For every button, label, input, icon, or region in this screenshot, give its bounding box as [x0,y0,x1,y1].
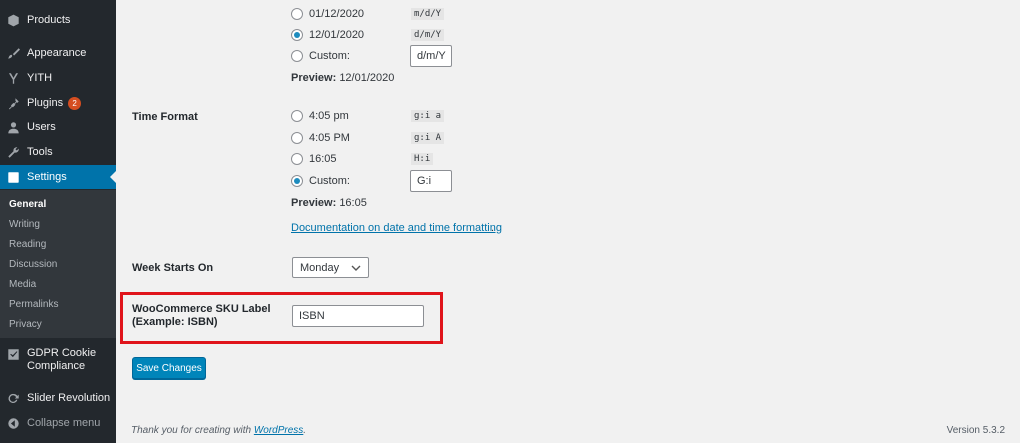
menu-label: YITH [27,72,53,84]
box-icon [7,14,20,27]
preview-value: 16:05 [339,197,367,209]
date-format-custom-label: Custom: [309,50,350,62]
time-format-code: g:i A [411,132,445,144]
menu-item-tools[interactable]: Tools [0,140,116,164]
menu-item-appearance[interactable]: Appearance [0,41,116,65]
footer-version: Version 5.3.2 [946,425,1005,436]
time-format-label: Time Format [132,111,198,123]
date-format-code: d/m/Y [411,29,445,41]
chevron-down-icon [351,265,361,271]
time-format-custom-input[interactable]: G:i [410,170,452,192]
date-format-option-label: 01/12/2020 [309,8,365,20]
preview-value: 12/01/2020 [339,72,395,84]
refresh-icon [7,392,20,405]
date-format-code: m/d/Y [411,8,445,20]
menu-item-slider-revolution[interactable]: Slider Revolution [0,386,116,410]
submenu-item-media[interactable]: Media [9,279,36,290]
time-format-option-label: 16:05 [309,153,337,165]
submenu-item-discussion[interactable]: Discussion [9,259,57,270]
collapse-menu-button[interactable]: Collapse menu [0,411,116,435]
time-format-custom-label: Custom: [309,175,350,187]
menu-item-gdpr[interactable]: GDPR Cookie Compliance [0,347,116,381]
save-changes-button[interactable]: Save Changes [132,357,206,379]
footer-thanks-text: Thank you for creating with [131,425,254,436]
wrench-icon [7,146,20,159]
submenu-item-writing[interactable]: Writing [9,219,40,230]
user-icon [7,121,20,134]
date-format-radio-custom[interactable] [291,50,303,62]
menu-label: GDPR Cookie Compliance [27,347,97,372]
menu-label: Plugins [27,97,64,109]
time-format-radio-1[interactable] [291,110,303,122]
menu-label: Users [27,121,56,133]
yith-icon [7,72,20,85]
time-format-radio-custom[interactable] [291,175,303,187]
menu-label: Appearance [27,47,87,59]
menu-item-settings[interactable]: Settings [0,165,116,189]
menu-label: Slider Revolution [27,392,111,404]
time-format-option-label: 4:05 pm [309,110,349,122]
submenu-item-general[interactable]: General [9,199,46,210]
submenu-item-permalinks[interactable]: Permalinks [9,299,58,310]
date-format-radio-1[interactable] [291,8,303,20]
plug-icon [7,97,20,110]
time-format-option-label: 4:05 PM [309,132,350,144]
paintbrush-icon [7,47,20,60]
wordpress-link[interactable]: WordPress [254,425,303,436]
time-format-radio-2[interactable] [291,132,303,144]
date-format-radio-2[interactable] [291,29,303,41]
week-starts-select[interactable]: Monday [292,257,369,278]
date-format-preview: Preview: 12/01/2020 [291,72,394,84]
settings-icon [7,171,20,184]
preview-label: Preview: [291,72,337,84]
date-format-option-label: 12/01/2020 [309,29,365,41]
settings-content: 01/12/2020 m/d/Y 12/01/2020 d/m/Y Custom… [116,0,1020,443]
menu-item-yith[interactable]: YITH [0,66,116,90]
menu-item-products[interactable]: Products [0,8,116,32]
menu-label: Tools [27,146,53,158]
menu-item-plugins[interactable]: Plugins 2 [0,91,116,115]
sku-label: WooCommerce SKU Label (Example: ISBN) [132,303,271,328]
menu-item-users[interactable]: Users [0,115,116,139]
menu-label: Products [27,14,71,26]
date-time-docs-link[interactable]: Documentation on date and time formattin… [291,222,502,234]
settings-submenu: General Writing Reading Discussion Media… [0,190,116,338]
admin-sidebar: Products Appearance YITH Plugins 2 Users… [0,0,116,443]
time-format-radio-3[interactable] [291,153,303,165]
time-format-preview: Preview: 16:05 [291,197,367,209]
preview-label: Preview: [291,197,337,209]
menu-label: Collapse menu [27,417,101,429]
menu-label: Settings [27,171,67,183]
time-format-code: g:i a [411,110,445,122]
submenu-item-reading[interactable]: Reading [9,239,46,250]
footer-thanks: Thank you for creating with WordPress. [131,425,306,436]
time-format-code: H:i [411,153,434,165]
date-format-custom-input[interactable]: d/m/Y [410,45,452,67]
week-starts-value: Monday [300,261,340,274]
checkbox-icon [7,348,20,361]
week-starts-label: Week Starts On [132,262,214,274]
sku-input[interactable]: ISBN [292,305,424,327]
doc-link-period: . [491,222,495,234]
plugins-update-badge: 2 [68,96,82,110]
collapse-icon [7,417,20,430]
submenu-item-privacy[interactable]: Privacy [9,319,42,330]
footer-period: . [303,425,307,436]
